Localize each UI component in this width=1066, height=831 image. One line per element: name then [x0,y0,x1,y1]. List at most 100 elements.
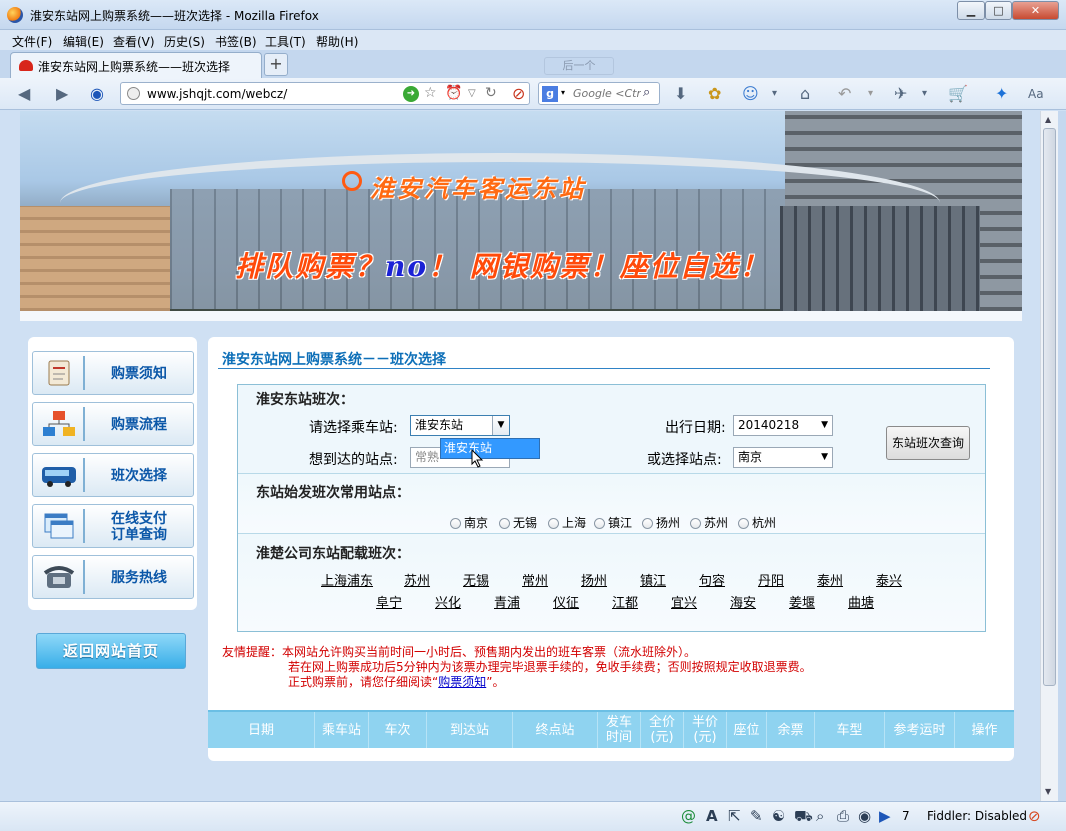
back-home-button[interactable]: 返回网站首页 [36,633,186,669]
bookmark-star-icon[interactable]: ☆ [424,85,437,101]
block-icon[interactable]: ⊘ [512,85,525,103]
radio-circle[interactable] [499,518,510,529]
mask-icon[interactable]: ☯ [772,808,785,824]
link-suzhou[interactable]: 苏州 [404,570,430,589]
link-qutang[interactable]: 曲塘 [848,592,874,611]
font-icon[interactable]: A [706,808,718,824]
plane-dropdown-icon[interactable]: ▾ [922,85,927,103]
date-select[interactable]: 20140218 ▼ [733,415,833,436]
link-changzhou[interactable]: 常州 [522,570,548,589]
link-funing[interactable]: 阜宁 [376,592,402,611]
radio-circle[interactable] [690,518,701,529]
minimize-button[interactable]: ▁ [957,1,985,20]
scrollbar-thumb[interactable] [1043,128,1056,686]
close-button[interactable]: ✕ [1012,1,1059,20]
radio-wuxi[interactable]: 无锡 [499,514,537,531]
cart-icon[interactable]: 🛒 [948,85,968,103]
sidebar-item-hotline[interactable]: 服务热线 [32,555,194,599]
google-icon[interactable]: g [542,86,558,102]
maximize-button[interactable]: □ [985,1,1012,20]
link-yixing[interactable]: 宜兴 [671,592,697,611]
undo-icon[interactable]: ↶ [838,85,851,103]
link-taizhou[interactable]: 泰州 [817,570,843,589]
chevron-down-icon[interactable]: ▼ [492,416,509,435]
font-size-icon[interactable]: Aa [1028,85,1044,103]
sidebar-item-payment[interactable]: 在线支付 订单查询 [32,504,194,548]
printer-icon[interactable]: ⎙ [837,808,849,824]
link-jiangdu[interactable]: 江都 [612,592,638,611]
search-bar[interactable]: g ▾ ⌕ [538,82,660,105]
menu-edit[interactable]: 编辑(E) [63,33,104,50]
sidebar-item-process[interactable]: 购票流程 [32,402,194,446]
link-qingpu[interactable]: 青浦 [494,592,520,611]
smiley-icon[interactable]: ☺ [742,85,759,103]
link-yangzhou[interactable]: 扬州 [581,570,607,589]
camera-icon[interactable]: ◉ [858,808,871,824]
link-jurong[interactable]: 句容 [699,570,725,589]
sidebar-item-notice[interactable]: 购票须知 [32,351,194,395]
sidebar-item-schedule[interactable]: 班次选择 [32,453,194,497]
link-haian[interactable]: 海安 [730,592,756,611]
link-wuxi[interactable]: 无锡 [463,570,489,589]
engine-dropdown-icon[interactable]: ▾ [561,88,565,97]
no-entry-icon[interactable]: ⊘ [1028,808,1041,824]
addon-icon[interactable]: ✿ [708,85,721,103]
link-shanghai-pudong[interactable]: 上海浦东 [321,570,373,589]
brush-icon[interactable]: ✎ [750,808,763,824]
or-station-select[interactable]: 南京 ▼ [733,447,833,468]
tab-active[interactable]: 淮安东站网上购票系统——班次选择 [10,52,262,78]
query-schedule-button[interactable]: 东站班次查询 [886,426,970,460]
menu-tools[interactable]: 工具(T) [265,33,306,50]
fiddler-status[interactable]: Fiddler: Disabled [927,809,1027,823]
radio-yangzhou[interactable]: 扬州 [642,514,680,531]
url-input[interactable] [147,87,397,101]
search-input[interactable] [573,87,641,100]
link-taixing[interactable]: 泰兴 [876,570,902,589]
radio-zhenjiang[interactable]: 镇江 [594,514,632,531]
home-page-icon[interactable]: ◉ [90,85,104,103]
link-yizheng[interactable]: 仪征 [553,592,579,611]
at-icon[interactable]: @ [681,808,696,824]
radio-circle[interactable] [450,518,461,529]
radio-circle[interactable] [594,518,605,529]
download-icon[interactable]: ⬇ [674,85,687,103]
menu-file[interactable]: 文件(F) [12,33,52,50]
undo-dropdown-icon[interactable]: ▾ [868,85,873,103]
station-dropdown-option[interactable]: 淮安东站 [440,438,540,459]
menu-help[interactable]: 帮助(H) [316,33,358,50]
dropdown-arrow-icon[interactable]: ▽ [468,88,476,99]
home-icon[interactable]: ⌂ [800,85,810,103]
radio-suzhou[interactable]: 苏州 [690,514,728,531]
car-icon[interactable]: ⛟ [794,808,813,824]
link-danyang[interactable]: 丹阳 [758,570,784,589]
notice-link-purchase-guide[interactable]: 购票须知 [438,675,486,689]
go-icon[interactable]: ➜ [403,86,419,102]
menu-dropdown-icon[interactable]: ▾ [772,85,777,103]
scroll-up-icon[interactable]: ▲ [1045,115,1051,124]
radio-circle[interactable] [642,518,653,529]
link-jiangyan[interactable]: 姜堰 [789,592,815,611]
puzzle-icon[interactable]: ✈ [894,85,907,103]
radio-circle[interactable] [738,518,749,529]
forward-arrow-icon[interactable]: ▶ [56,85,68,103]
vertical-scrollbar[interactable]: ▲ ▼ [1040,111,1058,801]
search-icon[interactable]: ⌕ [643,85,650,100]
back-arrow-icon[interactable]: ◀ [18,85,30,103]
share-icon[interactable]: ⇱ [728,808,741,824]
menu-history[interactable]: 历史(S) [164,33,205,50]
radio-circle[interactable] [548,518,559,529]
alarm-icon[interactable]: ⏰ [445,85,462,101]
reload-icon[interactable]: ↻ [485,85,497,101]
weibo-icon[interactable]: ✦ [995,85,1008,103]
radio-hangzhou[interactable]: 杭州 [738,514,776,531]
url-bar[interactable]: ➜ ☆ ⏰ ▽ ↻ [120,82,530,105]
new-tab-button[interactable]: + [264,53,288,76]
link-zhenjiang[interactable]: 镇江 [640,570,666,589]
magnifier-icon[interactable]: ⌕ [816,808,824,824]
play-icon[interactable]: ▶ [879,808,891,824]
radio-nanjing[interactable]: 南京 [450,514,488,531]
menu-view[interactable]: 查看(V) [113,33,155,50]
station-select[interactable]: 淮安东站 ▼ [410,415,510,436]
link-xinghua[interactable]: 兴化 [435,592,461,611]
scroll-down-icon[interactable]: ▼ [1045,787,1051,796]
